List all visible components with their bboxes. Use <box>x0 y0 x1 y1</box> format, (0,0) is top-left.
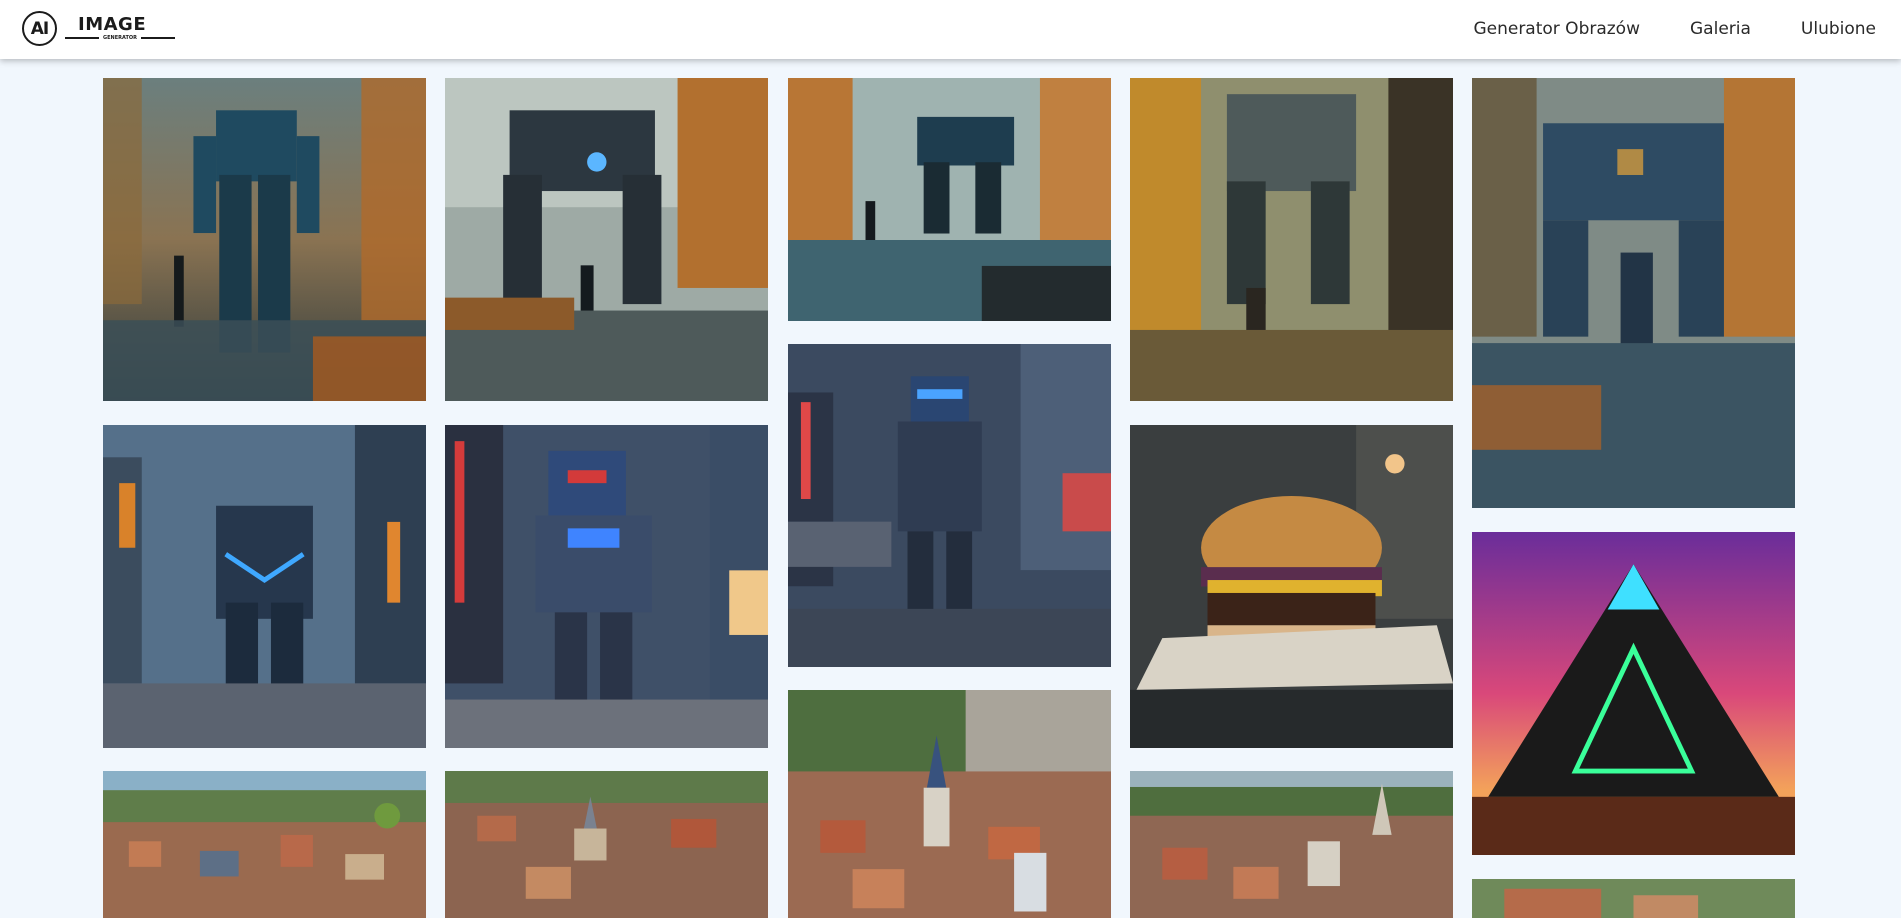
mech-forest-image <box>1130 78 1453 401</box>
nav-link-gallery[interactable]: Galeria <box>1690 19 1751 39</box>
miniature-town-image <box>788 690 1111 918</box>
gallery-image-town[interactable] <box>1130 771 1453 918</box>
mech-forest-image <box>103 78 426 401</box>
miniature-town-image <box>1130 771 1453 918</box>
gallery-image-town[interactable] <box>103 771 426 918</box>
logo-mark: AI <box>22 11 57 46</box>
miniature-town-image <box>445 771 768 918</box>
brand-logo[interactable]: AI IMAGE GENERATOR <box>22 10 175 48</box>
top-navigation-bar: AI IMAGE GENERATOR Generator Obrazów Gal… <box>0 0 1901 59</box>
miniature-town-image <box>103 771 426 918</box>
miniature-town-image <box>1472 879 1795 918</box>
mech-forest-image <box>445 78 768 401</box>
armor-city-image <box>103 425 426 748</box>
gallery-image-mech-forest[interactable] <box>103 78 426 401</box>
logo-divider <box>65 37 100 39</box>
mech-forest-image <box>1472 78 1795 508</box>
gallery-image-armor-city[interactable] <box>788 344 1111 667</box>
gallery-image-burger[interactable] <box>1130 425 1453 748</box>
mech-forest-image <box>788 78 1111 321</box>
logo-title: IMAGE <box>78 14 147 35</box>
burger-image <box>1130 425 1453 748</box>
logo-subtitle: GENERATOR <box>103 35 137 41</box>
gallery-image-mech-forest[interactable] <box>445 78 768 401</box>
armor-city-image <box>788 344 1111 667</box>
gallery-image-mech-forest[interactable] <box>1130 78 1453 401</box>
gallery-image-town[interactable] <box>1472 879 1795 918</box>
main-nav: Generator Obrazów Galeria Ulubione <box>1473 19 1876 39</box>
gallery-image-armor-city[interactable] <box>445 425 768 748</box>
logo-divider <box>140 37 175 39</box>
gallery-image-armor-city[interactable] <box>103 425 426 748</box>
gallery-image-mech-forest[interactable] <box>1472 78 1795 508</box>
armor-city-image <box>445 425 768 748</box>
neon-pyramid-image <box>1472 532 1795 855</box>
gallery-image-pyramid[interactable] <box>1472 532 1795 855</box>
logo-subtitle-row: GENERATOR <box>65 35 175 41</box>
nav-link-favorites[interactable]: Ulubione <box>1801 19 1876 39</box>
nav-link-generator[interactable]: Generator Obrazów <box>1473 19 1640 39</box>
gallery-image-town[interactable] <box>788 690 1111 918</box>
gallery-image-town[interactable] <box>445 771 768 918</box>
gallery-image-mech-forest[interactable] <box>788 78 1111 321</box>
